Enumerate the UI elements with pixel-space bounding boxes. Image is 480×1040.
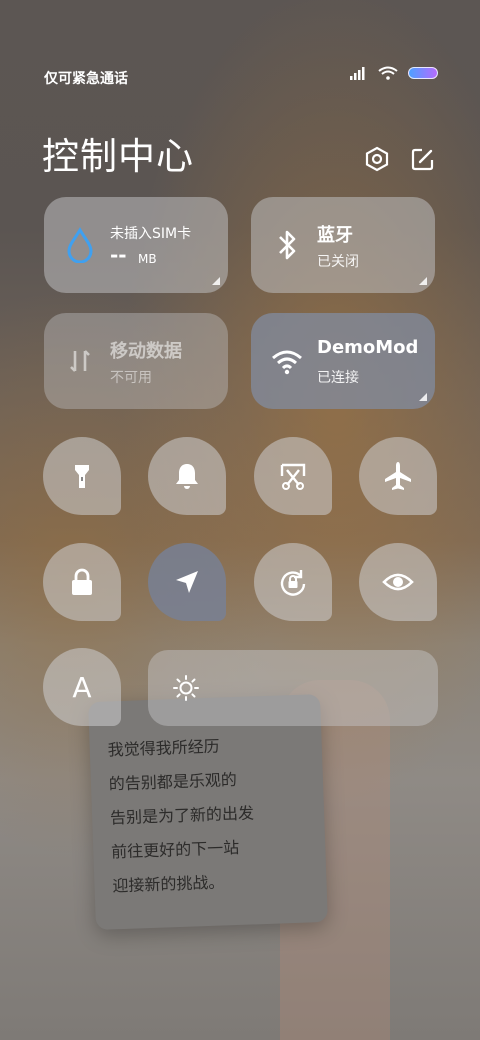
wifi-tile[interactable]: DemoMod 已连接 bbox=[251, 313, 435, 409]
bluetooth-label: 蓝牙 bbox=[317, 225, 353, 246]
edit-icon[interactable] bbox=[410, 146, 436, 172]
location-arrow-icon bbox=[176, 571, 198, 593]
flashlight-button[interactable] bbox=[43, 437, 121, 515]
sun-icon bbox=[173, 675, 199, 701]
wifi-status: 已连接 bbox=[317, 370, 359, 386]
carrier-text: 仅可紧急通话 bbox=[44, 71, 128, 87]
font-size-label: A bbox=[72, 670, 92, 704]
water-drop-icon bbox=[67, 227, 93, 263]
bluetooth-tile[interactable]: 蓝牙 已关闭 bbox=[251, 197, 435, 293]
screenshot-button[interactable] bbox=[254, 437, 332, 515]
mobile-data-tile[interactable]: 移动数据 不可用 bbox=[44, 313, 228, 409]
tile-expand-corner bbox=[212, 277, 220, 285]
mobile-data-label: 移动数据 bbox=[110, 341, 182, 362]
tile-expand-corner bbox=[419, 277, 427, 285]
status-icons bbox=[350, 66, 438, 80]
wifi-network-name: DemoMod bbox=[317, 337, 419, 358]
tile-expand-corner bbox=[419, 393, 427, 401]
scissors-icon bbox=[280, 463, 306, 490]
flashlight-icon bbox=[75, 465, 89, 488]
battery-icon bbox=[408, 67, 438, 79]
mute-button[interactable] bbox=[148, 437, 226, 515]
lock-icon bbox=[72, 568, 92, 595]
brightness-slider[interactable] bbox=[148, 650, 438, 726]
eye-icon bbox=[382, 573, 414, 591]
bell-icon bbox=[176, 464, 198, 489]
page-title: 控制中心 bbox=[42, 135, 194, 178]
font-size-button[interactable]: A bbox=[43, 648, 121, 726]
location-button[interactable] bbox=[148, 543, 226, 621]
data-usage-unit: MB bbox=[138, 252, 157, 266]
wifi-icon bbox=[272, 350, 302, 375]
signal-icon bbox=[350, 67, 365, 80]
rotation-lock-icon bbox=[280, 570, 306, 596]
airplane-mode-button[interactable] bbox=[359, 437, 437, 515]
mobile-data-status: 不可用 bbox=[110, 370, 152, 386]
sim-status-label: 未插入SIM卡 bbox=[110, 226, 192, 242]
note-line: 迎接新的挑战。 bbox=[112, 872, 225, 896]
reading-mode-button[interactable] bbox=[359, 543, 437, 621]
bluetooth-status: 已关闭 bbox=[317, 254, 359, 270]
status-bar: 仅可紧急通话 bbox=[0, 60, 480, 92]
bluetooth-icon bbox=[279, 230, 296, 260]
settings-hex-icon[interactable] bbox=[364, 146, 390, 172]
airplane-icon bbox=[385, 462, 411, 490]
wifi-status-icon bbox=[378, 66, 398, 80]
data-usage-value: -- bbox=[110, 243, 127, 267]
rotation-lock-button[interactable] bbox=[254, 543, 332, 621]
data-usage-tile[interactable]: 未插入SIM卡 -- MB bbox=[44, 197, 228, 293]
mobile-data-arrows-icon bbox=[70, 350, 90, 372]
lock-screen-button[interactable] bbox=[43, 543, 121, 621]
wallpaper-note-text: 我觉得我所经历 的告别都是乐观的 告别是为了新的出发 前往更好的下一站 迎接新的… bbox=[107, 727, 313, 904]
